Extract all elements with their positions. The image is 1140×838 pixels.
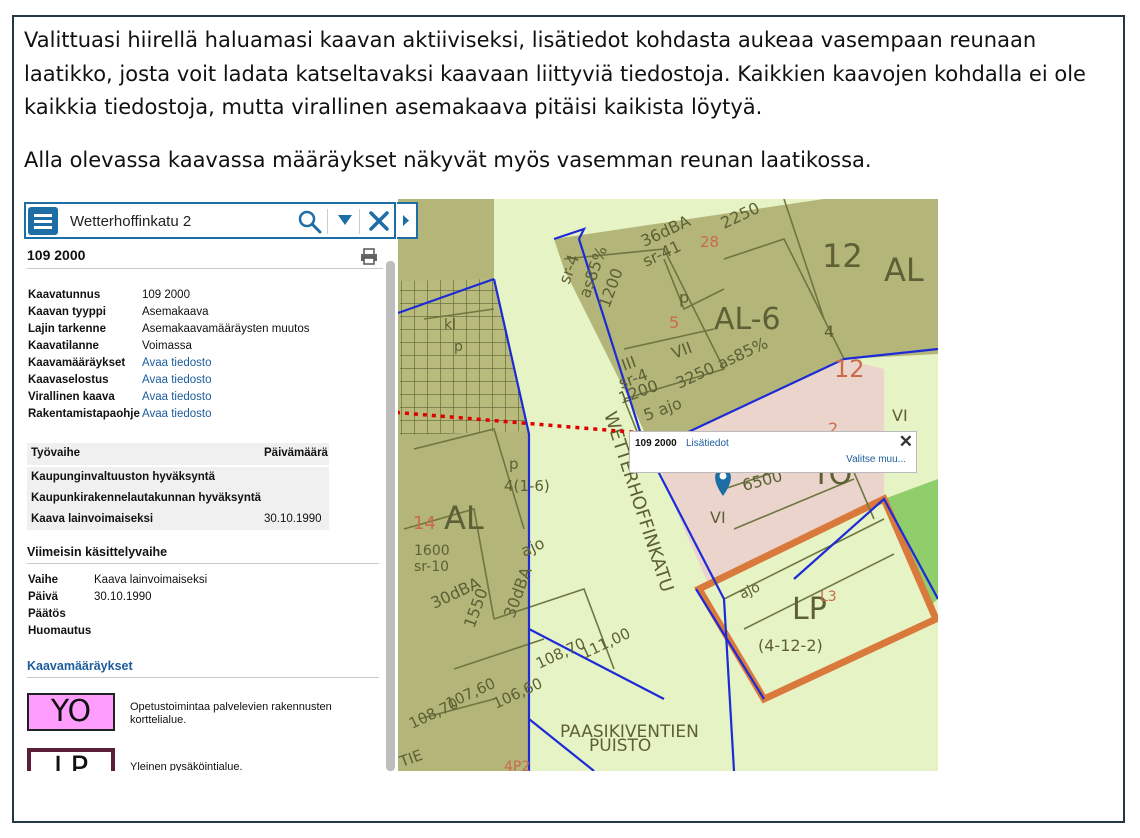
stages-col-stage: Työvaihe: [31, 447, 80, 459]
map-label-al-2: AL: [444, 499, 484, 537]
stage-date: 30.10.1990: [264, 513, 322, 525]
map-label-vi: VI: [710, 508, 726, 527]
prop-label: Kaavatilanne: [28, 340, 99, 352]
map-label-4-1-6: 4(1-6): [504, 477, 550, 495]
legend-symbol-yo: YO: [27, 693, 115, 731]
prop-label: Kaavatunnus: [28, 289, 101, 301]
popup-close-icon[interactable]: ✕: [899, 432, 913, 452]
map-label-kl: kl: [444, 317, 456, 333]
legend-text-lp: Yleinen pysäköintialue.: [130, 761, 243, 771]
map-label-1600: 1600: [414, 543, 450, 559]
map-label-park2: PUISTO: [589, 736, 651, 756]
intro-paragraph-1: Valittuasi hiirellä haluamasi kaavan akt…: [24, 28, 1086, 119]
prop-label: Rakentamistapaohje: [28, 408, 140, 420]
info-panel: Wetterhoffinkatu 2 109 2000 Kaavatunnus 1…: [24, 199, 398, 771]
open-file-link-official-plan[interactable]: Avaa tiedosto: [142, 391, 211, 403]
prop-value: Voimassa: [142, 340, 192, 352]
search-icon[interactable]: [298, 210, 322, 234]
latest-stage-heading: Viimeisin käsittelyvaihe: [27, 545, 168, 559]
printer-icon[interactable]: [360, 248, 378, 265]
search-input[interactable]: Wetterhoffinkatu 2: [70, 213, 191, 230]
collapse-arrow-icon[interactable]: [397, 202, 418, 239]
legend-text-yo: Opetustoimintaa palvelevien rakennusten …: [130, 701, 332, 726]
map-label-l3: L3: [820, 589, 837, 605]
map-label-4p2: 4P2: [504, 759, 530, 771]
app-screenshot: 12 AL AL-6 AL 14 12 LP (4-12-2) L3 YO 36…: [24, 199, 938, 771]
table-row: Kaupunginvaltuuston hyväksyntä: [27, 467, 329, 488]
latest-label: Päätös: [28, 608, 66, 620]
latest-value: 30.10.1990: [94, 591, 152, 603]
prop-label: Kaavaselostus: [28, 374, 109, 386]
map-label-p1: p: [679, 288, 689, 307]
stages-header: Työvaihe Päivämäärä: [27, 443, 329, 467]
prop-value: Asemakaavamääräysten muutos: [142, 323, 310, 335]
prop-value: 109 2000: [142, 289, 190, 301]
search-bar: Wetterhoffinkatu 2: [24, 202, 396, 239]
stage-name: Kaava lainvoimaiseksi: [31, 513, 154, 525]
hamburger-menu-icon[interactable]: [28, 207, 58, 235]
panel-scrollbar[interactable]: [386, 261, 395, 771]
map-label-4: 4: [824, 322, 834, 341]
legend-symbol-lp: LP: [27, 748, 115, 771]
divider: [27, 563, 379, 564]
prop-label: Virallinen kaava: [28, 391, 115, 403]
open-file-link-building-guide[interactable]: Avaa tiedosto: [142, 408, 211, 420]
map-label-p2: p: [454, 339, 463, 355]
latest-label: Huomautus: [28, 625, 92, 637]
map-label-14: 14: [413, 513, 436, 534]
map-popup: 109 2000 Lisätiedot Valitse muu... ✕: [629, 431, 917, 473]
stage-name: Kaupunkirakennelautakunnan hyväksyntä: [31, 492, 262, 504]
prop-label: Kaavamääräykset: [28, 357, 126, 369]
stages-table: Työvaihe Päivämäärä Kaupunginvaltuuston …: [27, 443, 329, 530]
map-label-sr10: sr-10: [414, 559, 449, 575]
popup-title: 109 2000: [635, 438, 677, 449]
regulations-heading: Kaavamääräykset: [27, 659, 133, 673]
divider: [27, 677, 379, 678]
stage-name: Kaupunginvaltuuston hyväksyntä: [31, 471, 216, 483]
open-file-link-regulations[interactable]: Avaa tiedosto: [142, 357, 211, 369]
prop-label: Lajin tarkenne: [28, 323, 106, 335]
table-row: Kaupunkirakennelautakunnan hyväksyntä: [27, 488, 329, 509]
map-label-al-1: AL: [884, 251, 924, 289]
map-label-al-6: AL-6: [714, 302, 781, 337]
intro-paragraph-2: Alla olevassa kaavassa määräykset näkyvä…: [24, 148, 872, 172]
stages-col-date: Päivämäärä: [264, 447, 328, 459]
map-label-lp-sub: (4-12-2): [758, 636, 823, 655]
popup-details-link[interactable]: Lisätiedot: [686, 438, 729, 449]
popup-choose-other-link[interactable]: Valitse muu...: [846, 454, 906, 465]
panel-title: 109 2000: [27, 247, 86, 263]
map-label-5: 5: [669, 313, 679, 332]
prop-value: Asemakaava: [142, 306, 209, 318]
table-row: Kaava lainvoimaiseksi 30.10.1990: [27, 509, 329, 530]
close-x-icon[interactable]: [368, 210, 390, 232]
latest-value: Kaava lainvoimaiseksi: [94, 574, 208, 586]
map-label-vi2: VI: [892, 406, 908, 425]
latest-label: Vaihe: [28, 574, 59, 586]
prop-label: Kaavan tyyppi: [28, 306, 106, 318]
map-label-pk: p: [509, 455, 519, 473]
dropdown-triangle-icon[interactable]: [337, 213, 353, 227]
map-label-28: 28: [700, 233, 719, 251]
open-file-link-description[interactable]: Avaa tiedosto: [142, 374, 211, 386]
map-label-12b: 12: [834, 355, 865, 383]
divider: [27, 268, 383, 269]
map-label-block-12: 12: [822, 237, 863, 275]
latest-label: Päivä: [28, 591, 59, 603]
